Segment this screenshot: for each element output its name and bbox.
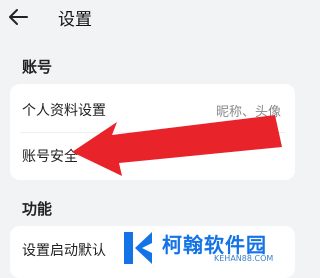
- arrow-shape: [72, 115, 282, 176]
- watermark-url: KEHAN88.COM: [214, 254, 274, 263]
- watermark-logo-icon: [124, 232, 152, 264]
